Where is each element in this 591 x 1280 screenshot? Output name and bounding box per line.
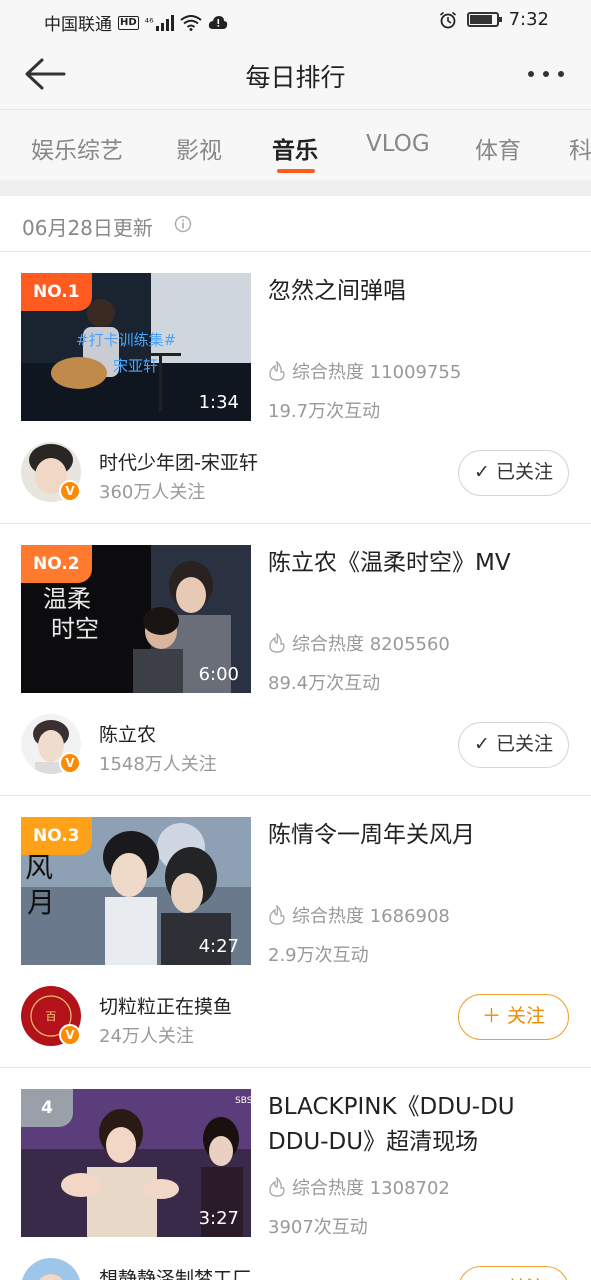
plus-icon: ＋ xyxy=(481,1005,501,1027)
tab-film-tv[interactable]: 影视 xyxy=(176,131,222,165)
video-duration: 3:27 xyxy=(198,1208,239,1229)
carrier-label: 中国联通 xyxy=(44,15,112,35)
rank-item-4[interactable]: SBS 4 3:27 BLACKPINK《DDU-DU DDU-DU》超清现场 … xyxy=(0,1068,591,1280)
svg-text:#打卡训练集#: #打卡训练集# xyxy=(76,331,176,349)
follow-button-label: 已关注 xyxy=(495,733,553,755)
rank-badge: NO.2 xyxy=(21,545,92,583)
rank-item-3[interactable]: 风 月 NO.3 4:27 陈情令一周年关风月 综合热度 1686908 2.9… xyxy=(0,796,591,1068)
update-date-text: 06月28日更新 xyxy=(22,216,153,240)
tab-tech[interactable]: 科 xyxy=(569,131,591,165)
status-right: 7:32 xyxy=(439,9,549,30)
heat-score: 综合热度 1686908 xyxy=(268,902,450,928)
follower-count: 24万人关注 xyxy=(99,1026,194,1047)
alarm-icon xyxy=(439,11,456,28)
svg-text:SBS: SBS xyxy=(235,1096,251,1106)
status-left: 中国联通 HD ⁴⁶ xyxy=(44,10,228,35)
wifi-icon xyxy=(179,14,202,31)
section-divider xyxy=(0,180,591,196)
video-title[interactable]: 陈情令一周年关风月 xyxy=(268,818,568,853)
video-title[interactable]: 陈立农《温柔时空》MV xyxy=(268,546,568,581)
svg-text:温柔: 温柔 xyxy=(43,585,91,613)
video-thumbnail[interactable]: #打卡训练集# 宋亚轩 NO.1 1:34 xyxy=(21,273,251,421)
cloud-alert-icon xyxy=(208,15,227,29)
author-name[interactable]: 时代少年团-宋亚轩 xyxy=(99,448,258,475)
author-name[interactable]: 想静静泽制梦工厂 xyxy=(99,1264,251,1280)
author-name[interactable]: 切粒粒正在摸鱼 xyxy=(99,992,232,1019)
interaction-count: 89.4万次互动 xyxy=(268,673,381,694)
verified-badge-icon: V xyxy=(59,480,81,502)
clock-time: 7:32 xyxy=(508,9,549,30)
verified-badge-icon: V xyxy=(59,752,81,774)
rank-badge: 4 xyxy=(21,1089,73,1127)
hd-icon: HD xyxy=(118,15,139,30)
svg-text:月: 月 xyxy=(27,886,55,919)
rank-badge: NO.1 xyxy=(21,273,92,311)
battery-icon xyxy=(466,12,502,27)
tab-vlog[interactable]: VLOG xyxy=(366,131,430,157)
tab-entertainment[interactable]: 娱乐综艺 xyxy=(31,131,123,165)
interaction-count: 19.7万次互动 xyxy=(268,401,381,422)
svg-text:百: 百 xyxy=(46,1010,57,1023)
followed-button[interactable]: ✓ 已关注 xyxy=(458,722,569,768)
verified-badge-icon: V xyxy=(59,1024,81,1046)
tab-music[interactable]: 音乐 xyxy=(272,131,318,165)
category-tabs: 娱乐综艺 影视 音乐 VLOG 体育 科 xyxy=(0,110,591,180)
rank-item-2[interactable]: 温柔 时空 NO.2 6:00 陈立农《温柔时空》MV 综合热度 8205560… xyxy=(0,524,591,796)
video-duration: 6:00 xyxy=(198,664,239,685)
flame-icon xyxy=(269,633,285,653)
video-thumbnail[interactable]: 温柔 时空 NO.2 6:00 xyxy=(21,545,251,693)
follow-button-label: 关注 xyxy=(507,1005,546,1027)
heat-value: 综合热度 1308702 xyxy=(292,1178,450,1199)
status-bar: 中国联通 HD ⁴⁶ 7:32 xyxy=(0,0,591,40)
flame-icon xyxy=(269,1177,285,1197)
follower-count: 1548万人关注 xyxy=(99,754,217,775)
heat-score: 综合热度 8205560 xyxy=(268,630,450,656)
tab-sports[interactable]: 体育 xyxy=(475,131,521,165)
rank-item-1[interactable]: #打卡训练集# 宋亚轩 NO.1 1:34 忽然之间弹唱 综合热度 110097… xyxy=(0,252,591,524)
avatar[interactable]: 百 V xyxy=(21,986,81,1046)
interaction-count: 3907次互动 xyxy=(268,1217,368,1238)
follow-button-label: 已关注 xyxy=(495,461,553,483)
follow-button[interactable]: ＋ 关注 xyxy=(458,1266,569,1280)
network-label: ⁴⁶ xyxy=(144,16,154,29)
avatar[interactable]: V xyxy=(21,714,81,774)
video-title[interactable]: 忽然之间弹唱 xyxy=(268,274,568,309)
avatar[interactable] xyxy=(21,1258,81,1280)
top-nav-bar: 每日排行 xyxy=(0,40,591,110)
active-tab-indicator xyxy=(277,169,315,173)
more-options-icon[interactable] xyxy=(525,62,567,86)
flame-icon xyxy=(269,361,285,381)
avatar[interactable]: V xyxy=(21,442,81,502)
check-icon: ✓ xyxy=(474,733,490,755)
rank-badge: NO.3 xyxy=(21,817,92,855)
interaction-count: 2.9万次互动 xyxy=(268,945,369,966)
video-thumbnail[interactable]: 风 月 NO.3 4:27 xyxy=(21,817,251,965)
video-thumbnail[interactable]: SBS 4 3:27 xyxy=(21,1089,251,1237)
info-icon[interactable] xyxy=(174,215,192,233)
svg-text:宋亚轩: 宋亚轩 xyxy=(113,357,158,375)
heat-score: 综合热度 11009755 xyxy=(268,358,461,384)
heat-value: 综合热度 11009755 xyxy=(292,362,462,383)
heat-value: 综合热度 8205560 xyxy=(292,634,450,655)
follower-count: 360万人关注 xyxy=(99,482,206,503)
update-info-row: 06月28日更新 xyxy=(0,196,591,252)
heat-score: 综合热度 1308702 xyxy=(268,1174,450,1200)
signal-icon xyxy=(155,14,174,31)
video-duration: 1:34 xyxy=(198,392,239,413)
svg-text:时空: 时空 xyxy=(51,615,99,643)
video-duration: 4:27 xyxy=(198,936,239,957)
video-title[interactable]: BLACKPINK《DDU-DU DDU-DU》超清现场 xyxy=(268,1090,568,1160)
followed-button[interactable]: ✓ 已关注 xyxy=(458,450,569,496)
check-icon: ✓ xyxy=(474,461,490,483)
author-name[interactable]: 陈立农 xyxy=(99,720,156,747)
follow-button[interactable]: ＋ 关注 xyxy=(458,994,569,1040)
heat-value: 综合热度 1686908 xyxy=(292,906,450,927)
page-title: 每日排行 xyxy=(245,63,346,92)
flame-icon xyxy=(269,905,285,925)
svg-text:风: 风 xyxy=(25,851,53,884)
